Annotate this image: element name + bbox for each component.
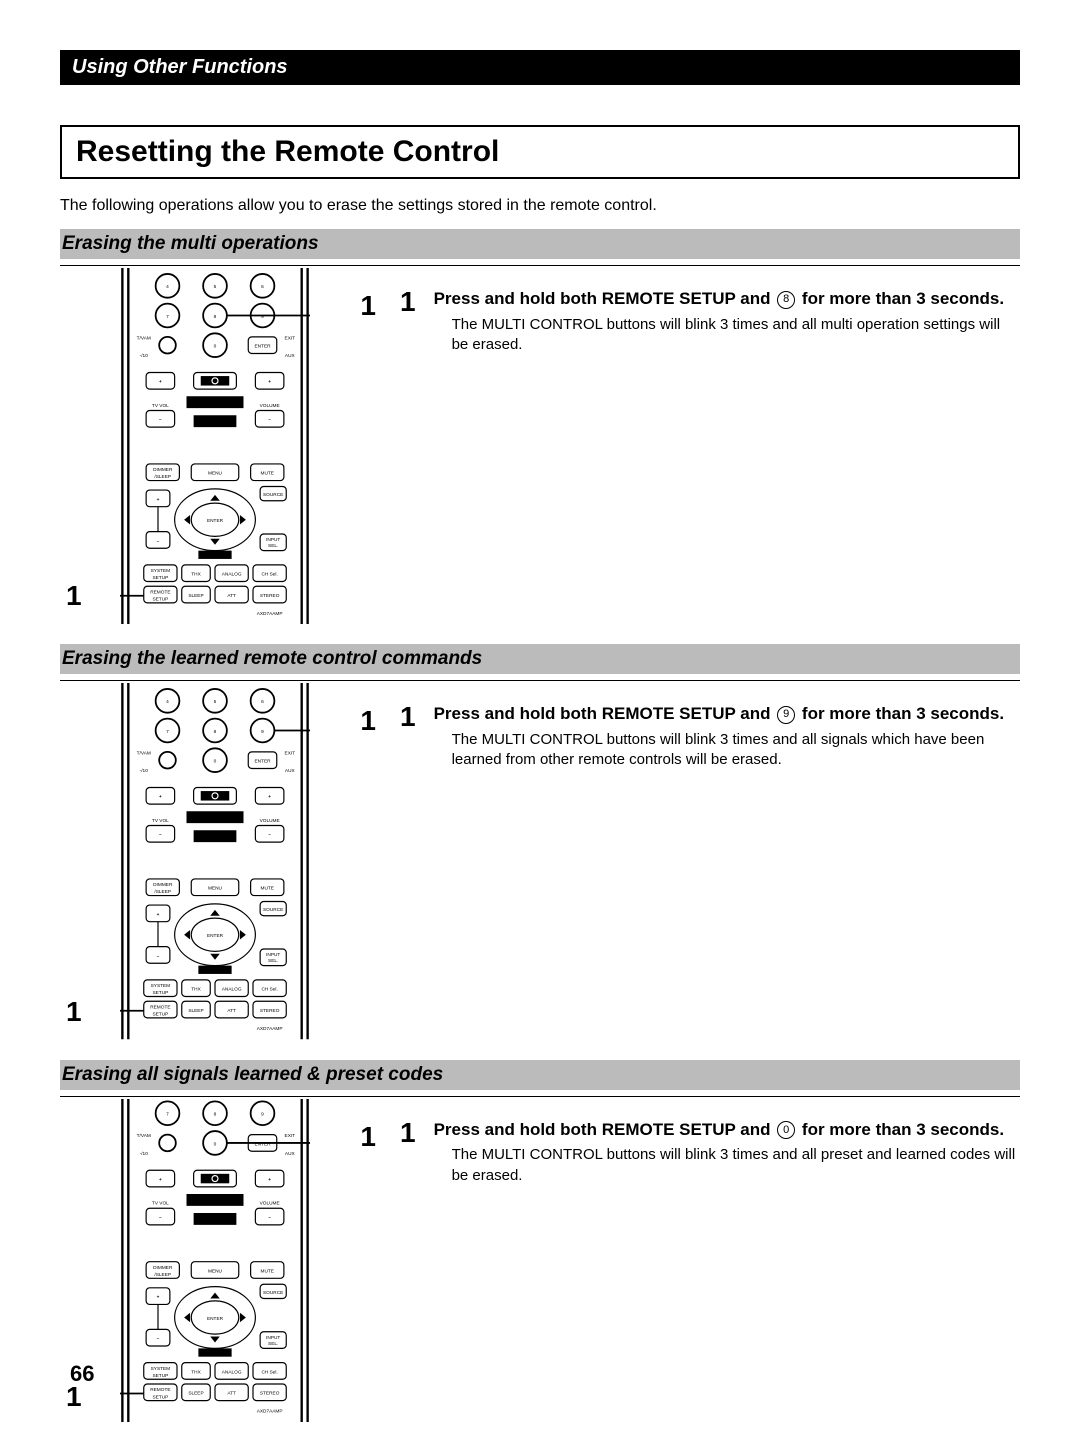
page-title-box: Resetting the Remote Control <box>60 125 1020 179</box>
callout-left-1: 1 <box>66 580 82 612</box>
section-2: 1 1 1 Press and hold both REMOTE SETUP a… <box>60 683 1020 1039</box>
remote-diagram-1: 1 1 <box>60 268 370 624</box>
step-text-col-1: 1 Press and hold both REMOTE SETUP and 8… <box>370 268 1020 355</box>
divider <box>60 265 1020 266</box>
step-title-2: Press and hold both REMOTE SETUP and 9 f… <box>434 703 1020 726</box>
remote-diagram-2: 1 1 <box>60 683 370 1039</box>
step-number-3: 1 <box>400 1119 416 1147</box>
subheading-1: Erasing the multi operations <box>60 229 1020 259</box>
remote-diagram-3: 1 1 <box>60 1099 370 1426</box>
step-text-col-2: 1 Press and hold both REMOTE SETUP and 9… <box>370 683 1020 770</box>
step-row-1: 1 Press and hold both REMOTE SETUP and 8… <box>400 288 1020 355</box>
step-row-3: 1 Press and hold both REMOTE SETUP and 0… <box>400 1119 1020 1186</box>
key-8-icon: 8 <box>777 291 795 309</box>
step-title-1: Press and hold both REMOTE SETUP and 8 f… <box>434 288 1020 311</box>
page-number: 66 <box>70 1361 94 1387</box>
subheading-3: Erasing all signals learned & preset cod… <box>60 1060 1020 1090</box>
callout-left-2: 1 <box>66 996 82 1028</box>
intro-text: The following operations allow you to er… <box>60 197 1020 215</box>
section-3: 1 1 1 Press and hold both REMOTE SETUP a… <box>60 1099 1020 1426</box>
key-0-icon: 0 <box>777 1121 795 1139</box>
remote-svg-2 <box>120 683 310 1039</box>
step-number-2: 1 <box>400 703 416 731</box>
callout-right-2: 1 <box>360 705 376 737</box>
manual-page: Using Other Functions Resetting the Remo… <box>0 0 1080 1437</box>
step-number-1: 1 <box>400 288 416 316</box>
callout-right-3: 1 <box>360 1121 376 1153</box>
step-title-3: Press and hold both REMOTE SETUP and 0 f… <box>434 1119 1020 1142</box>
page-title: Resetting the Remote Control <box>76 135 499 168</box>
step-desc-3: The MULTI CONTROL buttons will blink 3 t… <box>434 1145 1020 1186</box>
section-header-text: Using Other Functions <box>72 56 288 78</box>
divider <box>60 680 1020 681</box>
step-desc-1: The MULTI CONTROL buttons will blink 3 t… <box>434 315 1020 356</box>
remote-svg-1 <box>120 268 310 624</box>
section-1: 1 1 1 Press and hold both REMOTE SETUP a… <box>60 268 1020 624</box>
step-desc-2: The MULTI CONTROL buttons will blink 3 t… <box>434 730 1020 771</box>
remote-svg-3 <box>120 1099 310 1426</box>
divider <box>60 1096 1020 1097</box>
step-text-col-3: 1 Press and hold both REMOTE SETUP and 0… <box>370 1099 1020 1186</box>
section-header-bar: Using Other Functions <box>60 50 1020 85</box>
subheading-2: Erasing the learned remote control comma… <box>60 644 1020 674</box>
step-row-2: 1 Press and hold both REMOTE SETUP and 9… <box>400 703 1020 770</box>
key-9-icon: 9 <box>777 706 795 724</box>
callout-right-1: 1 <box>360 290 376 322</box>
